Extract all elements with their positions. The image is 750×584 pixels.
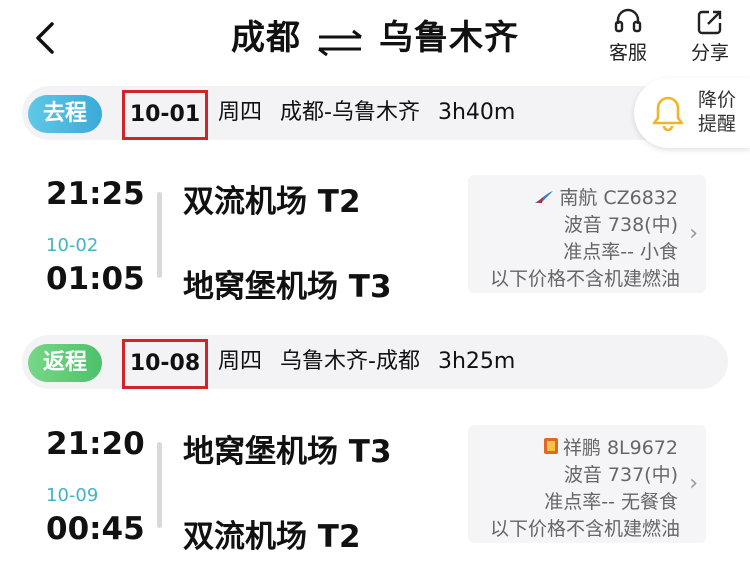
lucky-air-logo-icon <box>543 437 559 460</box>
outbound-arrive-date: 10-02 <box>46 235 99 256</box>
return-route: 乌鲁木齐-成都 <box>280 349 420 374</box>
outbound-ontime: 准点率-- 小食 <box>563 241 678 263</box>
return-flight-info[interactable]: 祥鹏 8L9672 波音 737(中) 准点率-- 无餐食 以下价格不含机建燃油… <box>468 425 706 543</box>
return-summary: 周四 乌鲁木齐-成都 3h25m <box>218 335 533 389</box>
outbound-airline: 南航 CZ6832 <box>559 187 678 209</box>
outbound-timeline-divider <box>157 192 162 278</box>
outbound-segment-bar: 去程 10-01 周四 成都-乌鲁木齐 3h40m <box>22 86 728 140</box>
outbound-date[interactable]: 10-01 <box>122 90 208 140</box>
return-arrive-time: 00:45 <box>46 511 145 547</box>
outbound-duration: 3h40m <box>437 100 516 125</box>
price-alert-button[interactable]: 降价提醒 <box>634 78 750 148</box>
share-icon <box>697 10 722 35</box>
outbound-depart-time: 21:25 <box>46 176 145 212</box>
chevron-right-icon: › <box>689 471 698 496</box>
outbound-flight-info[interactable]: 南航 CZ6832 波音 738(中) 准点率-- 小食 以下价格不含机建燃油 … <box>468 175 706 293</box>
return-date[interactable]: 10-08 <box>122 339 208 389</box>
return-duration: 3h25m <box>437 349 516 374</box>
return-aircraft: 波音 737(中) <box>563 464 678 486</box>
headset-icon <box>614 8 642 33</box>
outbound-arrive-time: 01:05 <box>46 261 145 297</box>
return-ontime: 准点率-- 无餐食 <box>544 491 678 513</box>
bell-icon <box>652 96 684 132</box>
outbound-summary: 周四 成都-乌鲁木齐 3h40m <box>218 86 533 140</box>
return-tag: 返程 <box>28 344 102 382</box>
customer-service-button[interactable]: 客服 <box>598 8 658 65</box>
outbound-weekday: 周四 <box>218 100 263 125</box>
return-airline: 祥鹏 8L9672 <box>562 437 678 459</box>
return-depart-airport: 地窝堡机场 T3 <box>183 434 392 470</box>
outbound-airline-row: 南航 CZ6832 <box>533 183 678 210</box>
return-depart-time: 21:20 <box>46 426 145 462</box>
outbound-price-note: 以下价格不含机建燃油 <box>489 268 680 290</box>
outbound-depart-airport: 双流机场 T2 <box>183 184 361 220</box>
return-airline-row: 祥鹏 8L9672 <box>543 433 678 460</box>
price-alert-label: 降价提醒 <box>697 89 736 135</box>
return-segment-bar: 返程 10-08 周四 乌鲁木齐-成都 3h25m <box>22 335 728 389</box>
return-timeline-divider <box>157 442 162 528</box>
chevron-right-icon: › <box>689 221 698 246</box>
outbound-arrive-airport: 地窝堡机场 T3 <box>183 269 392 305</box>
return-weekday: 周四 <box>218 349 263 374</box>
swap-arrows-icon[interactable] <box>315 26 365 56</box>
outbound-route: 成都-乌鲁木齐 <box>280 100 420 125</box>
outbound-tag: 去程 <box>28 95 102 133</box>
outbound-aircraft: 波音 738(中) <box>563 214 678 236</box>
share-button[interactable]: 分享 <box>680 8 740 65</box>
destination-city: 乌鲁木齐 <box>379 18 519 58</box>
return-price-note: 以下价格不含机建燃油 <box>489 518 680 540</box>
return-arrive-date: 10-09 <box>46 485 99 506</box>
origin-city: 成都 <box>231 18 301 58</box>
share-label: 分享 <box>690 42 729 64</box>
china-southern-logo-icon <box>533 188 555 210</box>
return-arrive-airport: 双流机场 T2 <box>183 519 361 555</box>
customer-service-label: 客服 <box>608 42 647 64</box>
